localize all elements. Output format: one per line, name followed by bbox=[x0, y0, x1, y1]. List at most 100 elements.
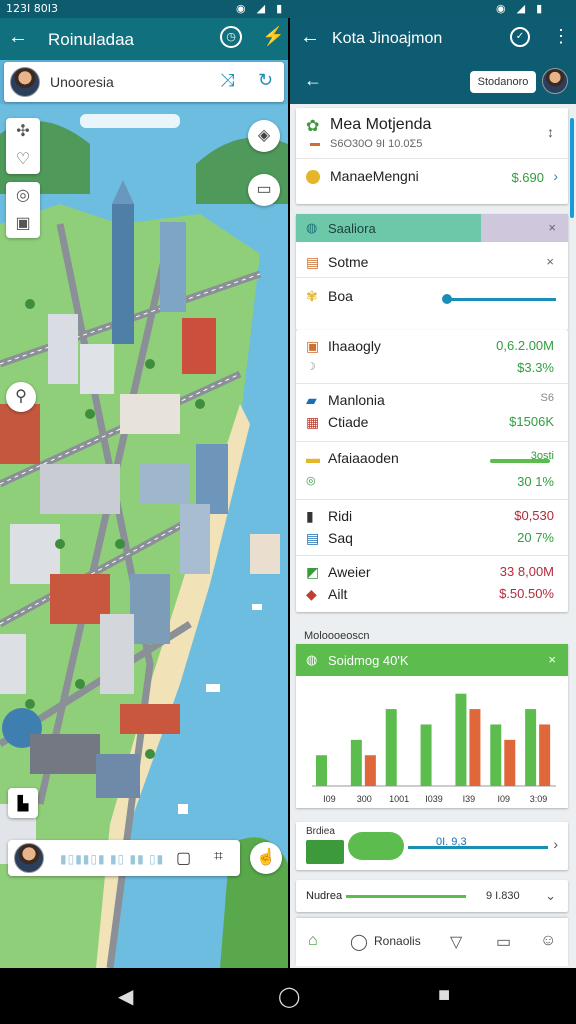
map-tools-mid: ◎ ▣ bbox=[6, 182, 40, 238]
heart-icon[interactable]: ♡ bbox=[6, 146, 40, 174]
chart-title: Soidmog 40'K bbox=[328, 653, 409, 668]
stat-row[interactable]: ▬ Afaiaaoden ◎ 3osti 30 1% bbox=[296, 442, 568, 500]
more-icon[interactable]: ⋮ bbox=[552, 26, 570, 47]
bookmark-icon[interactable]: ▽ bbox=[450, 932, 462, 952]
back-arrow-icon[interactable]: ← bbox=[300, 26, 320, 49]
crop-icon[interactable]: ⌗ bbox=[214, 848, 223, 866]
avatar[interactable] bbox=[10, 67, 40, 97]
chart-bar[interactable] bbox=[385, 709, 397, 786]
pin-icon[interactable]: ⚲ bbox=[6, 382, 36, 412]
chart-bar[interactable] bbox=[490, 724, 502, 786]
list-item[interactable]: ✾ Boa bbox=[296, 278, 568, 326]
grid-icon: ▦ bbox=[306, 414, 320, 430]
leaf-icon: ✿ bbox=[306, 118, 320, 135]
car-icon[interactable]: ▭ bbox=[248, 174, 280, 206]
scrollbar[interactable] bbox=[570, 118, 574, 218]
stat-value-secondary: 20 7% bbox=[517, 530, 554, 545]
left-app-bar: ← Roinuladaa ◷ ⚡ bbox=[0, 18, 288, 60]
stat-value-primary: 33 8,00M bbox=[499, 564, 554, 579]
calendar-icon: ▤ bbox=[306, 254, 320, 270]
back-arrow-icon[interactable]: ← bbox=[304, 70, 322, 91]
tag-icon: ◆ bbox=[306, 586, 317, 602]
list-item[interactable]: ▤ Sotme × bbox=[296, 246, 568, 278]
compass-icon[interactable]: ✣ bbox=[6, 118, 40, 146]
system-nav-bar: ◀ ◯ ■ bbox=[0, 968, 576, 1024]
chevron-down-icon[interactable]: ⌄ bbox=[545, 888, 556, 904]
refresh-icon[interactable]: ↻ bbox=[258, 70, 273, 91]
tick-label: 3:09 bbox=[530, 794, 548, 804]
chart-bar[interactable] bbox=[455, 693, 467, 786]
avatar[interactable] bbox=[542, 68, 568, 94]
back-icon[interactable]: ◀ bbox=[118, 984, 133, 1009]
gesture-icon[interactable]: ☝ bbox=[250, 842, 282, 874]
home-icon[interactable]: ⌂ bbox=[308, 932, 318, 950]
tick-label: I09 bbox=[323, 794, 336, 804]
summary-card: ✿ Mea Motjenda ▬ S6O30O 9I 10.0Σ5 ↕ Mana… bbox=[296, 108, 568, 204]
settings-card: ◍ Saaliora × ▤ Sotme × ✾ Boa bbox=[296, 214, 568, 330]
card-subtitle: S6O30O 9I 10.0Σ5 bbox=[330, 138, 423, 150]
recents-icon[interactable]: ■ bbox=[438, 984, 450, 1007]
coin-icon bbox=[306, 170, 320, 184]
search-icon[interactable]: ◯ bbox=[350, 932, 368, 952]
bolt-icon[interactable]: ⚡ bbox=[262, 26, 284, 47]
section-label: Moloooeoscn bbox=[304, 630, 370, 642]
right-app-bar: ← Kota Jinoajmon ✓ ⋮ bbox=[290, 18, 576, 60]
stat-row[interactable]: ▮ Ridi ▤ Saq $0,530 20 7% bbox=[296, 500, 568, 556]
list-item-label: Boa bbox=[328, 288, 353, 304]
home-circle-icon[interactable]: ◯ bbox=[278, 984, 300, 1009]
chart-bar[interactable] bbox=[350, 739, 362, 786]
chevron-right-icon[interactable]: › bbox=[553, 836, 558, 852]
footer-bar bbox=[346, 895, 466, 898]
sort-icon[interactable]: ↕ bbox=[547, 124, 554, 140]
close-icon[interactable]: × bbox=[548, 220, 556, 235]
stat-row[interactable]: ▣ Ihaaogly ☽ 0,6.2.00M $3.3% bbox=[296, 330, 568, 384]
clock-icon[interactable]: ◷ bbox=[220, 26, 242, 48]
chart-bar[interactable] bbox=[316, 755, 327, 786]
close-icon[interactable]: × bbox=[548, 652, 556, 667]
slider-thumb[interactable] bbox=[442, 294, 452, 304]
shuffle-icon[interactable]: ⤨ bbox=[220, 70, 234, 91]
status-time: 123I 80I3 bbox=[6, 2, 58, 15]
tick-label: I039 bbox=[425, 794, 443, 804]
bar-chart[interactable]: I09 300 1001 I039 I39 I09 3:09 bbox=[296, 676, 568, 808]
activity-bars: ▮▯▮▮▯▮ ▮▯ ▮▮ ▯▮ bbox=[60, 852, 165, 866]
trend-icon: ◩ bbox=[306, 564, 320, 580]
filter-chip[interactable]: Stodanoro bbox=[470, 71, 536, 93]
profile-icon[interactable]: ☺ bbox=[540, 932, 556, 950]
chart-bar[interactable] bbox=[364, 755, 376, 786]
chart-bar[interactable] bbox=[504, 739, 516, 786]
gps-icon[interactable]: ◈ bbox=[248, 120, 280, 152]
chart-bar[interactable] bbox=[469, 709, 481, 786]
location-bar[interactable]: Unooresia ⤨ ↻ bbox=[4, 62, 284, 102]
back-arrow-icon[interactable]: ← bbox=[8, 26, 28, 49]
bookmark-icon[interactable]: ▙ bbox=[8, 788, 38, 818]
check-icon[interactable]: ✓ bbox=[510, 27, 530, 47]
card-icon: ▮ bbox=[306, 508, 314, 524]
image-icon[interactable]: ▣ bbox=[6, 210, 40, 238]
chevron-right-icon[interactable]: › bbox=[553, 168, 558, 184]
slider-track[interactable] bbox=[446, 298, 556, 301]
chart-bar[interactable] bbox=[525, 709, 537, 786]
bottom-nav: ⌂ ◯ Ronaolis ▽ ▭ ☺ bbox=[296, 918, 568, 966]
left-bottom-bar[interactable]: ▮▯▮▮▯▮ ▮▯ ▮▮ ▯▮ ▢ ⌗ bbox=[8, 840, 240, 876]
progress-title: Brdiea bbox=[306, 826, 335, 837]
document-icon[interactable]: ▢ bbox=[176, 848, 191, 868]
layers-icon[interactable]: ◎ bbox=[6, 182, 40, 210]
nav-label[interactable]: Ronaolis bbox=[374, 934, 421, 948]
chart-header[interactable]: ◍ Soidmog 40'K × bbox=[296, 644, 568, 676]
section-bar[interactable]: ◍ Saaliora × bbox=[296, 214, 568, 242]
stat-label: Ridi bbox=[328, 508, 353, 524]
chart-bar[interactable] bbox=[420, 724, 432, 786]
tick-label: I39 bbox=[463, 794, 476, 804]
stat-row[interactable]: ▰ Manlonia ▦ Ctiade S6 $1506K bbox=[296, 384, 568, 442]
close-icon[interactable]: × bbox=[546, 254, 554, 269]
avatar[interactable] bbox=[14, 843, 44, 873]
stat-row[interactable]: ◩ Aweier ◆ Ailt 33 8,00M $.50.50% bbox=[296, 556, 568, 612]
page-title: Kota Jinoajmon bbox=[332, 30, 443, 47]
wallet-icon[interactable]: ▭ bbox=[496, 932, 511, 952]
footer-row[interactable]: Nudrea 9 I.830 ⌄ bbox=[296, 880, 568, 912]
progress-card[interactable]: Brdiea 0I. 9,3 › bbox=[296, 822, 568, 870]
stat-sublabel: Ailt bbox=[328, 586, 348, 602]
city-map[interactable] bbox=[0, 104, 288, 968]
chart-bar[interactable] bbox=[539, 724, 551, 786]
